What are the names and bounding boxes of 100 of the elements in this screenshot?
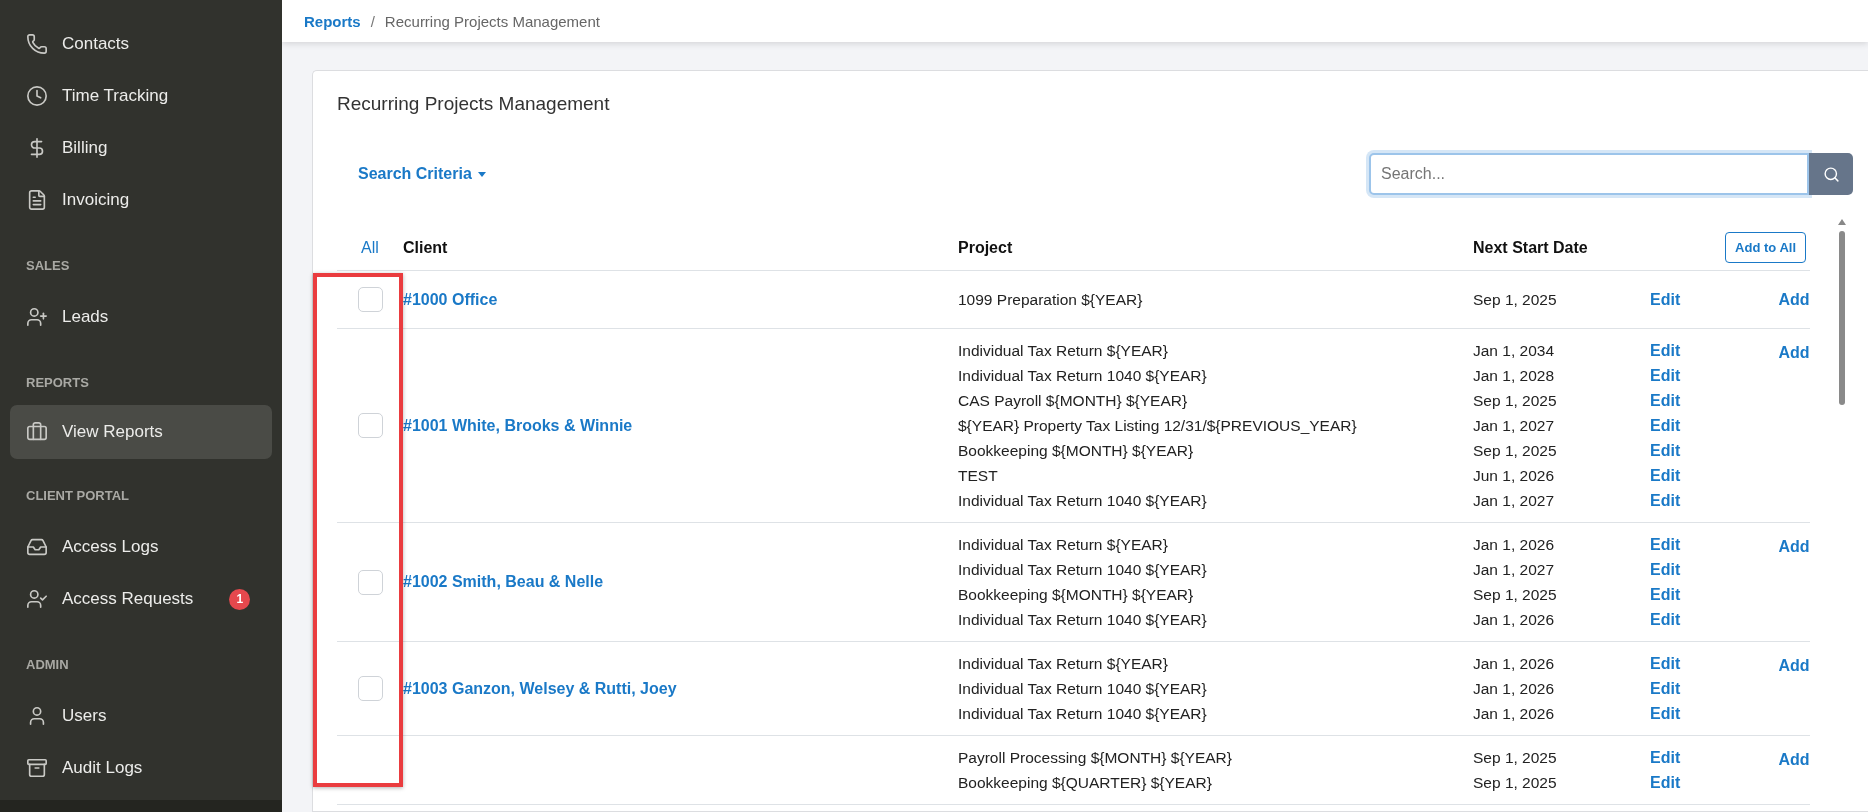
edit-link[interactable]: Edit — [1650, 341, 1681, 360]
project-name: Individual Tax Return 1040 ${YEAR} — [958, 679, 1208, 698]
clock-icon — [26, 85, 48, 107]
project-name: ${YEAR} Property Tax Listing 12/31/${PREVIOUS_YEAR} — [958, 416, 1358, 435]
breadcrumb-separator: / — [370, 12, 375, 30]
project-name: Bookkeeping ${MONTH} ${YEAR} — [958, 585, 1195, 604]
row-checkbox[interactable] — [357, 676, 383, 701]
section-heading: REPORTS — [25, 374, 90, 392]
sidebar-item[interactable]: Users — [10, 690, 272, 742]
inbox-icon — [26, 536, 48, 558]
project-name: Payroll Processing ${MONTH} ${YEAR} — [958, 748, 1233, 767]
start-date: Jan 1, 2026 — [1473, 654, 1555, 673]
archive-icon — [26, 757, 48, 779]
edit-link[interactable]: Edit — [1650, 466, 1681, 485]
start-date: Sep 1, 2025 — [1473, 773, 1558, 792]
project-name: 1099 Preparation ${YEAR} — [958, 290, 1144, 309]
project-name: Individual Tax Return ${YEAR} — [958, 654, 1169, 673]
start-date: Jun 1, 2026 — [1473, 466, 1555, 485]
breadcrumb-link[interactable]: Reports — [304, 12, 361, 30]
add-link[interactable]: Add — [1778, 538, 1810, 556]
edit-link[interactable]: Edit — [1650, 654, 1681, 673]
project-name: CAS Payroll ${MONTH} ${YEAR} — [958, 391, 1189, 410]
sidebar-item[interactable]: Contacts — [10, 18, 272, 70]
project-name: Individual Tax Return 1040 ${YEAR} — [958, 704, 1208, 723]
edit-link[interactable]: Edit — [1650, 366, 1681, 385]
select-all-link[interactable]: All — [361, 238, 379, 257]
sidebar-item[interactable]: Leads — [10, 291, 272, 343]
start-date: Sep 1, 2025 — [1473, 441, 1558, 460]
sidebar-item[interactable]: Billing — [10, 122, 272, 174]
user-plus-icon — [26, 306, 48, 328]
row-checkbox[interactable] — [357, 287, 383, 312]
edit-link[interactable]: Edit — [1650, 391, 1681, 410]
sidebar-item[interactable]: Invoicing — [10, 174, 272, 226]
sidebar-item[interactable]: Time Tracking — [10, 70, 272, 122]
project-name: Individual Tax Return 1040 ${YEAR} — [958, 560, 1208, 579]
edit-link[interactable]: Edit — [1650, 773, 1681, 792]
start-date: Jan 1, 2027 — [1473, 560, 1555, 579]
briefcase-icon — [26, 421, 48, 443]
start-date: Sep 1, 2025 — [1473, 391, 1558, 410]
client-link[interactable]: #1002 Smith, Beau & Nelle — [403, 573, 958, 591]
client-link[interactable]: #1000 Office — [403, 290, 958, 309]
sidebar-item[interactable]: View Reports — [10, 405, 272, 459]
start-date: Sep 1, 2025 — [1473, 585, 1558, 604]
add-to-all-button[interactable]: Add to All — [1725, 232, 1806, 263]
row-checkbox[interactable] — [357, 569, 383, 595]
column-header: Project — [958, 238, 1014, 257]
row-checkbox[interactable] — [357, 413, 383, 438]
edit-link[interactable]: Edit — [1650, 704, 1681, 723]
section-heading: SALES — [25, 257, 71, 275]
add-link[interactable]: Add — [1778, 290, 1810, 309]
search-criteria-dropdown[interactable]: Search Criteria — [358, 165, 486, 183]
start-date: Jan 1, 2027 — [1473, 416, 1555, 435]
project-name: Individual Tax Return 1040 ${YEAR} — [958, 610, 1208, 629]
search-field[interactable]: Search... — [1369, 153, 1809, 195]
user-check-icon — [26, 588, 48, 610]
edit-link[interactable]: Edit — [1650, 679, 1681, 698]
column-header: Client — [403, 238, 449, 257]
add-link[interactable]: Add — [1778, 344, 1810, 362]
start-date: Jan 1, 2026 — [1473, 679, 1555, 698]
count-badge: 1 — [229, 588, 251, 610]
section-heading: ADMIN — [25, 656, 70, 674]
sidebar-item[interactable]: Access Logs — [10, 521, 272, 573]
client-link[interactable]: #1003 Ganzon, Welsey & Rutti, Joey — [403, 679, 958, 698]
project-name: Individual Tax Return ${YEAR} — [958, 535, 1169, 554]
start-date: Sep 1, 2025 — [1473, 748, 1558, 767]
start-date: Jan 1, 2026 — [1473, 610, 1555, 629]
edit-link[interactable]: Edit — [1650, 585, 1681, 604]
sidebar-item[interactable]: Access Requests 1 — [10, 573, 272, 625]
start-date: Jan 1, 2026 — [1473, 535, 1555, 554]
start-date: Sep 1, 2025 — [1473, 290, 1558, 309]
add-link[interactable]: Add — [1778, 751, 1810, 769]
start-date: Jan 1, 2034 — [1473, 341, 1555, 360]
column-header: Next Start Date — [1473, 238, 1589, 257]
edit-link[interactable]: Edit — [1650, 610, 1681, 629]
edit-link[interactable]: Edit — [1650, 441, 1681, 460]
section-heading: CLIENT PORTAL — [25, 487, 131, 505]
project-name: Bookkeeping ${QUARTER} ${YEAR} — [958, 773, 1213, 792]
project-name: Individual Tax Return 1040 ${YEAR} — [958, 491, 1208, 510]
start-date: Jan 1, 2027 — [1473, 491, 1555, 510]
project-name: TEST — [958, 466, 999, 485]
edit-link[interactable]: Edit — [1650, 491, 1681, 510]
breadcrumb-current: Recurring Projects Management — [384, 12, 600, 30]
client-link[interactable]: #1001 White, Brooks & Winnie — [403, 416, 958, 435]
start-date: Jan 1, 2026 — [1473, 704, 1555, 723]
edit-link[interactable]: Edit — [1650, 535, 1681, 554]
edit-link[interactable]: Edit — [1650, 416, 1681, 435]
edit-link[interactable]: Edit — [1650, 748, 1681, 767]
search-icon — [1822, 165, 1840, 183]
edit-link[interactable]: Edit — [1650, 290, 1681, 309]
start-date: Jan 1, 2028 — [1473, 366, 1555, 385]
project-name: Individual Tax Return ${YEAR} — [958, 341, 1169, 360]
sidebar-item[interactable]: Audit Logs — [10, 742, 272, 794]
search-button[interactable] — [1809, 153, 1853, 195]
project-name: Bookkeeping ${MONTH} ${YEAR} — [958, 441, 1195, 460]
phone-icon — [26, 33, 48, 55]
caret-icon — [477, 171, 486, 177]
edit-link[interactable]: Edit — [1650, 560, 1681, 579]
document-icon — [26, 189, 48, 211]
card-title: Recurring Projects Management — [337, 92, 611, 115]
add-link[interactable]: Add — [1778, 657, 1810, 675]
